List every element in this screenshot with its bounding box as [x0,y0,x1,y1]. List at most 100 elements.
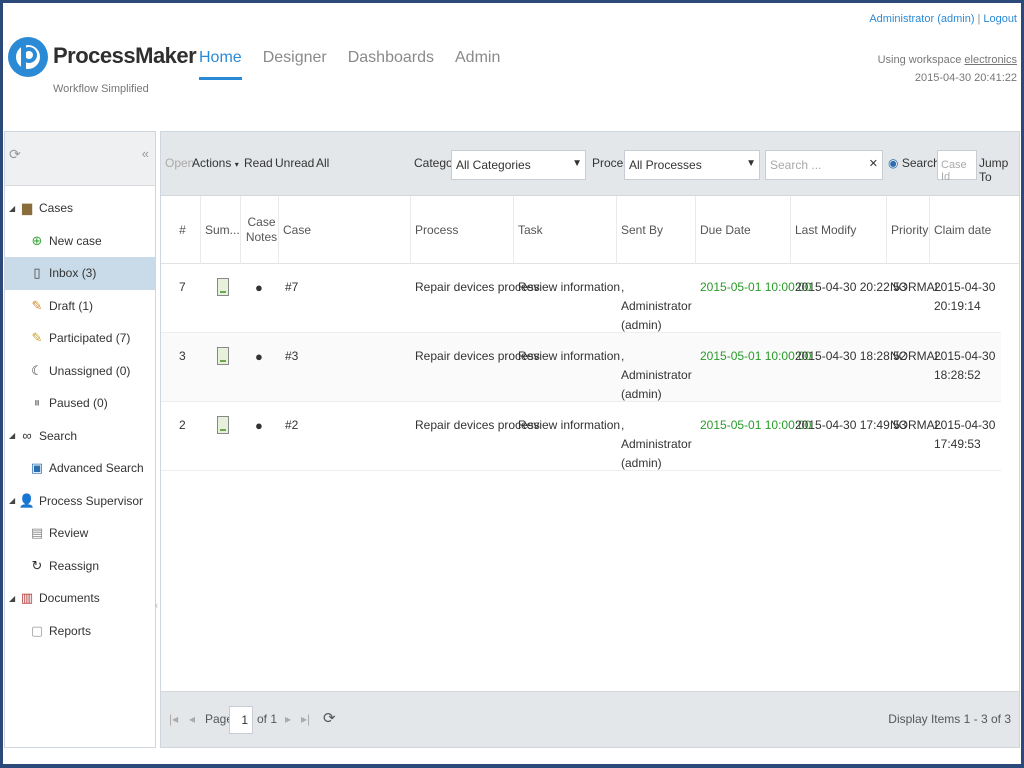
sidebar-item-reports[interactable]: ▢ Reports [5,615,155,648]
sidebar-item-label: Participated (7) [49,331,131,346]
binoculars-icon: ∞ [22,428,32,444]
sidebar-item-advanced-search[interactable]: ▣ Advanced Search [5,452,155,485]
unassigned-icon: ☾ [31,362,43,378]
dropdown-arrow-icon[interactable]: ▼ [746,158,756,169]
inbox-icon: ▯ [33,265,41,281]
sidebar-item-label: Inbox (3) [49,266,97,281]
search-button-label: Search [901,156,940,170]
nav-admin[interactable]: Admin [455,49,500,80]
column-header-claim-date[interactable]: Claim date [930,196,1019,264]
sidebar-item-label: Process Supervisor [39,493,144,508]
case-notes-icon[interactable]: ● [255,347,263,366]
nav-dashboards[interactable]: Dashboards [348,49,434,80]
pagination-bar: |◂ ◂ Page 1 of 1 ▸ ▸| ⟳ Display Items 1 … [161,691,1019,747]
sent-by-cell: , Administrator (admin) [621,280,692,332]
column-header-case-notes[interactable]: Case Notes [241,196,279,264]
summary-icon[interactable] [217,416,229,440]
summary-icon[interactable] [217,278,229,302]
case-id-placeholder: Case Id [941,159,967,183]
column-header-sent-by[interactable]: Sent By [617,196,696,264]
sidebar-item-inbox[interactable]: ▯ Inbox (3) [5,257,155,290]
case-notes-icon[interactable]: ● [255,416,263,435]
workspace-info: Using workspace electronics 2015-04-30 2… [878,51,1017,87]
sidebar-toolbar: ⟳ « [5,132,155,186]
expand-arrow-icon[interactable]: ◢ [9,204,19,213]
read-filter[interactable]: Read [244,156,273,170]
nav-home[interactable]: Home [199,49,242,80]
sidebar-item-paused[interactable]: ⏸ Paused (0) [5,387,155,420]
all-filter[interactable]: All [316,156,329,170]
logo-subtitle: Workflow Simplified [53,83,149,95]
sidebar-item-documents[interactable]: ◢ ▥ Documents [5,582,155,615]
expand-arrow-icon[interactable]: ◢ [9,496,19,505]
actions-menu[interactable]: Actions ▾ [192,156,239,170]
claim-date-cell: 2015-04-30 20:19:14 [934,280,996,313]
review-icon: ▤ [30,525,44,541]
process-value: All Processes [629,158,702,172]
sidebar-item-unassigned[interactable]: ☾ Unassigned (0) [5,355,155,388]
collapse-icon[interactable]: « [142,146,149,161]
column-header-last-modify[interactable]: Last Modify [791,196,887,264]
prev-page-icon[interactable]: ◂ [189,712,195,726]
dropdown-arrow-icon[interactable]: ▼ [572,158,582,169]
processmaker-logo-icon [8,37,48,77]
cases-tree: ◢ ▆ Cases ⊕ New case ▯ Inbox (3) ✎ Draft… [5,186,155,647]
column-header-process[interactable]: Process [411,196,514,264]
reports-icon: ▢ [30,622,44,638]
column-header-priority[interactable]: Priority [887,196,930,264]
table-row[interactable]: 7 ● #7 Repair devices process Review inf… [161,264,1001,333]
table-row[interactable]: 3 ● #3 Repair devices process Review inf… [161,333,1001,402]
page-number-input[interactable]: 1 [229,706,253,734]
clear-search-icon[interactable]: ✕ [869,157,878,170]
first-page-icon[interactable]: |◂ [169,712,178,726]
cases-list: 7 ● #7 Repair devices process Review inf… [161,264,1001,471]
column-header-task[interactable]: Task [514,196,617,264]
column-header-num[interactable]: # [161,196,201,264]
display-items-info: Display Items 1 - 3 of 3 [888,712,1011,726]
table-header: # Sum... Case Notes Case Process Task Se… [161,196,1019,264]
column-header-case[interactable]: Case [279,196,411,264]
jump-to-button[interactable]: Jump To [979,156,1019,184]
next-page-icon[interactable]: ▸ [285,712,291,726]
sidebar-item-cases[interactable]: ◢ ▆ Cases [5,192,155,225]
sidebar-item-review[interactable]: ▤ Review [5,517,155,550]
case-id-input[interactable]: Case Id [937,150,977,183]
new-case-icon: ⊕ [31,232,43,248]
search-icon: ◉ [888,156,899,170]
summary-icon[interactable] [217,347,229,371]
refresh-icon[interactable]: ⟳ [9,146,21,163]
expand-arrow-icon[interactable]: ◢ [9,431,19,440]
table-row[interactable]: 2 ● #2 Repair devices process Review inf… [161,402,1001,471]
sidebar-item-process-supervisor[interactable]: ◢ 👤 Process Supervisor [5,485,155,518]
server-datetime: 2015-04-30 20:41:22 [914,72,1017,84]
sidebar-item-new-case[interactable]: ⊕ New case [5,225,155,258]
expand-arrow-icon[interactable]: ◢ [9,594,19,603]
participated-icon: ✎ [31,330,43,346]
open-button[interactable]: Open [165,156,194,170]
search-input[interactable]: Search ... ✕ [765,150,883,180]
page-count: of 1 [257,712,278,726]
refresh-icon[interactable]: ⟳ [323,709,336,727]
case-notes-icon[interactable]: ● [255,278,263,297]
case-number: #2 [285,418,299,432]
sidebar-item-label: Review [49,526,89,541]
search-button[interactable]: ◉ Search [888,156,940,170]
sidebar-item-draft[interactable]: ✎ Draft (1) [5,290,155,323]
workspace-name[interactable]: electronics [964,54,1017,66]
column-header-due-date[interactable]: Due Date [696,196,791,264]
sidebar-item-search[interactable]: ◢ ∞ Search [5,420,155,453]
sidebar-item-label: Documents [39,591,100,606]
cases-panel: Open Actions ▾ Read Unread All Category … [160,131,1020,748]
user-link[interactable]: Administrator (admin) [869,13,974,25]
category-select[interactable]: All Categories ▼ [451,150,586,180]
process-select[interactable]: All Processes ▼ [624,150,760,180]
logout-link[interactable]: Logout [983,13,1017,25]
column-header-summary[interactable]: Sum... [201,196,241,264]
sidebar-item-reassign[interactable]: ↻ Reassign [5,550,155,583]
nav-designer[interactable]: Designer [263,49,327,80]
sidebar-item-participated[interactable]: ✎ Participated (7) [5,322,155,355]
unread-filter[interactable]: Unread [275,156,314,170]
last-page-icon[interactable]: ▸| [301,712,310,726]
cases-toolbar: Open Actions ▾ Read Unread All Category … [161,132,1019,196]
workspace-line: Using workspace electronics [878,51,1017,69]
